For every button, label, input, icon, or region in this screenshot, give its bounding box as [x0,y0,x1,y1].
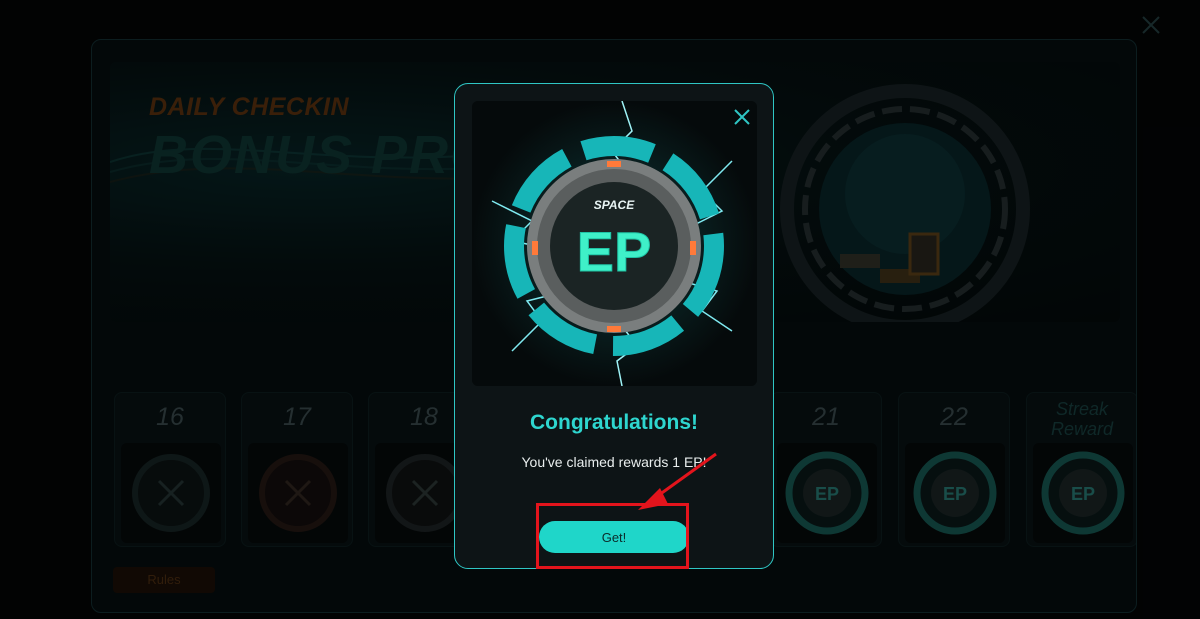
ep-coin-icon: SPACE EP [472,101,757,386]
coin-ep-text: EP [577,220,652,283]
annotation-arrow-icon [638,452,717,510]
coin-brand-text: SPACE [594,198,635,212]
reward-image: SPACE EP [472,101,757,386]
screen: DAILY CHECKIN BONUS PROG 16 17 18 21 EP … [0,0,1200,619]
modal-heading: Congratulations! [530,411,698,434]
close-icon[interactable] [731,106,753,128]
